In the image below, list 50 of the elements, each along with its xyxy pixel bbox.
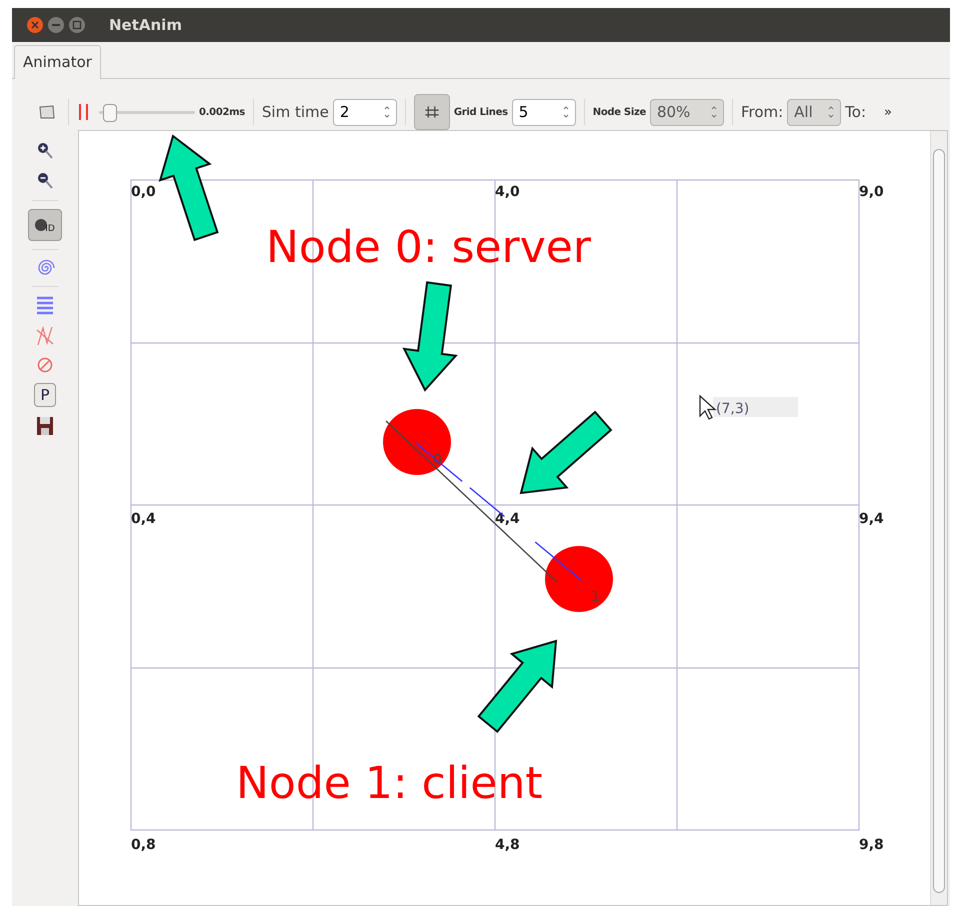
tab[interactable]: Animator bbox=[14, 45, 101, 79]
grid-lines-label: Grid Lines bbox=[454, 106, 508, 118]
from-select[interactable]: All bbox=[787, 98, 842, 126]
slider-handle[interactable] bbox=[102, 104, 117, 122]
sim-time-field[interactable]: 2 bbox=[332, 98, 397, 126]
grid-coordinate: 9,4 bbox=[859, 511, 884, 527]
overflow-button[interactable]: » bbox=[884, 104, 892, 120]
window-title: NetAnim bbox=[109, 16, 182, 34]
grid-coordinate: 0,4 bbox=[131, 511, 156, 527]
spinner-arrows-icon[interactable] bbox=[710, 104, 718, 120]
list-icon[interactable] bbox=[35, 295, 55, 317]
spinner-arrows-icon[interactable] bbox=[562, 104, 570, 120]
vertical-scrollbar[interactable] bbox=[930, 131, 947, 905]
grid-coordinate: 0,8 bbox=[131, 837, 156, 853]
grid-coordinate: 0,0 bbox=[131, 184, 156, 200]
window-icon[interactable] bbox=[38, 104, 56, 120]
speed-slider[interactable] bbox=[99, 102, 195, 122]
grid-icon[interactable] bbox=[414, 94, 450, 130]
node[interactable] bbox=[545, 546, 613, 612]
maximize-icon[interactable] bbox=[68, 16, 86, 34]
annotation-label: Node 0: server bbox=[266, 222, 591, 273]
spinner-arrows-icon[interactable] bbox=[827, 104, 836, 120]
node-size-select[interactable]: 80% bbox=[650, 98, 724, 126]
grid-lines-field[interactable]: 5 bbox=[512, 98, 576, 126]
node-id: 1 bbox=[591, 589, 600, 605]
prohibit-icon[interactable] bbox=[35, 355, 55, 375]
cursor-icon bbox=[699, 394, 717, 420]
grid-coordinate: 4,0 bbox=[495, 184, 520, 200]
node-icon bbox=[35, 219, 48, 231]
time-reading: 0.002ms bbox=[199, 106, 245, 118]
close-icon[interactable] bbox=[26, 16, 44, 34]
node-id-button[interactable]: ID bbox=[28, 209, 62, 241]
grid-coordinate: 9,8 bbox=[859, 837, 884, 853]
save-icon[interactable] bbox=[35, 415, 55, 437]
packet-button[interactable]: P bbox=[34, 383, 56, 407]
annotation-label: Node 1: client bbox=[236, 758, 542, 809]
to-label: To: bbox=[845, 103, 866, 121]
pause-icon[interactable] bbox=[77, 103, 91, 121]
node[interactable] bbox=[383, 409, 451, 475]
from-label: From: bbox=[740, 103, 784, 121]
spinner-arrows-icon[interactable] bbox=[382, 104, 391, 120]
grid-coordinate: 9,0 bbox=[859, 184, 884, 200]
sim-time-label: Sim time bbox=[262, 103, 329, 121]
node-size-label: Node Size bbox=[592, 106, 646, 118]
crossed-links-icon[interactable] bbox=[35, 325, 55, 347]
pointer-coordinates: (7,3) bbox=[716, 401, 750, 417]
minimize-icon[interactable] bbox=[47, 16, 65, 34]
scrollbar-thumb[interactable] bbox=[933, 149, 945, 893]
grid-coordinate: 4,8 bbox=[495, 837, 520, 853]
grid-coordinate: 4,4 bbox=[495, 511, 520, 527]
